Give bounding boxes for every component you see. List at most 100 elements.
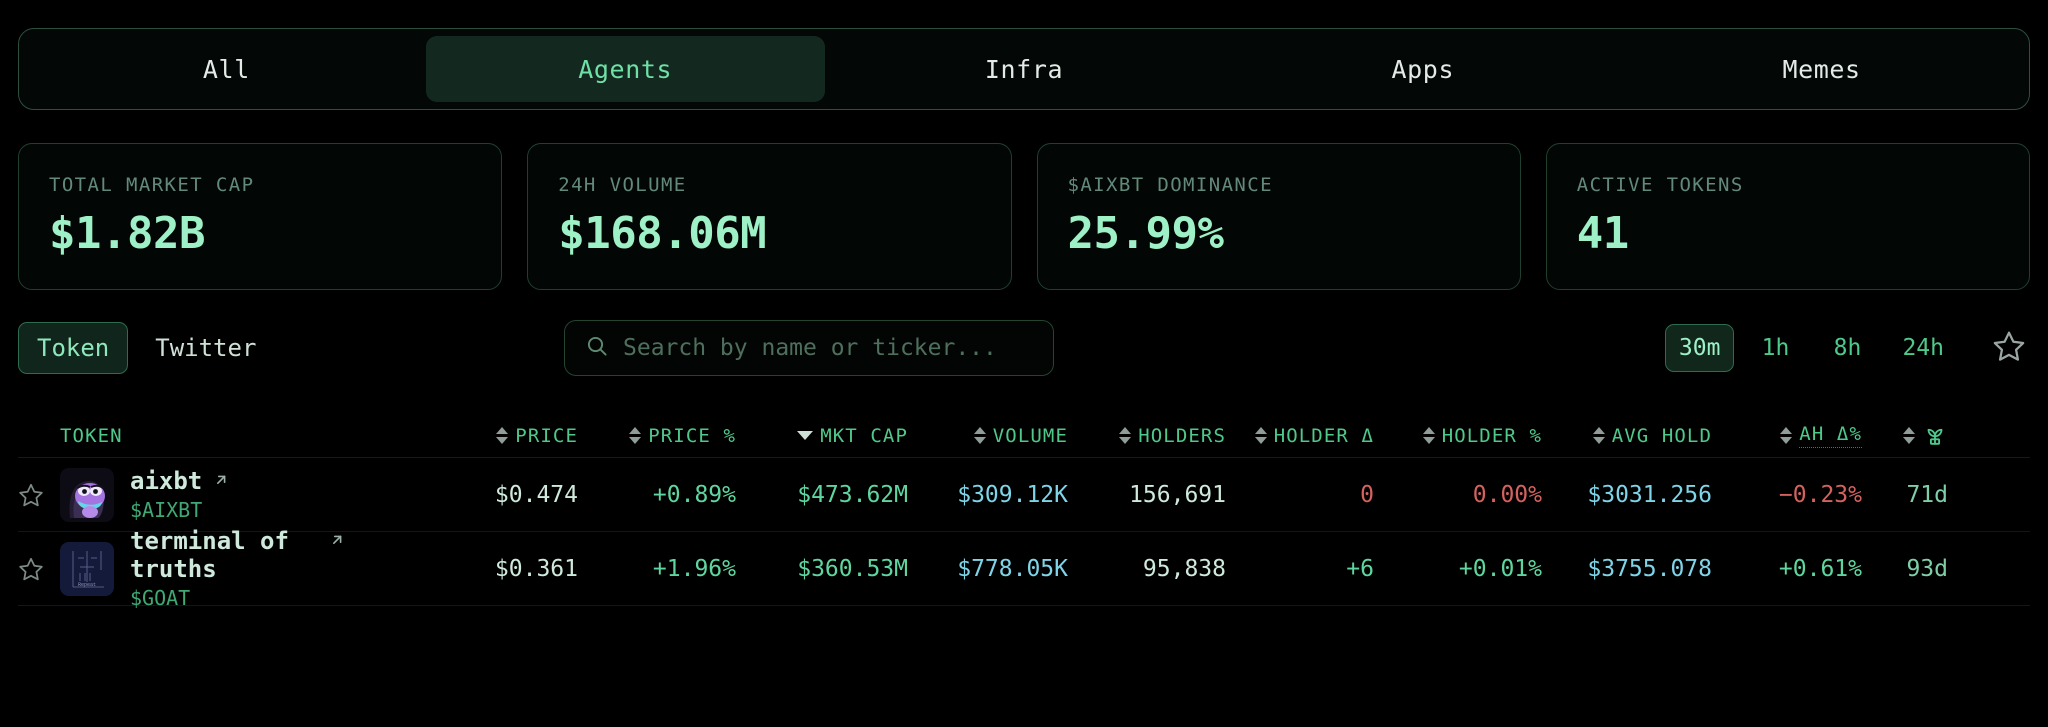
table-row[interactable]: aixbt $AIXBT $0.474 +0.89% $473.62M $309… xyxy=(18,458,2030,532)
column-header-token-label: TOKEN xyxy=(60,425,123,447)
mkt-cap-cell: $473.62M xyxy=(736,482,908,508)
stat-label: 24H VOLUME xyxy=(558,174,980,196)
timeframe-24h-label: 24h xyxy=(1902,335,1944,361)
search-icon xyxy=(585,334,609,362)
holder-pct-cell: 0.00% xyxy=(1374,482,1542,508)
tab-agents[interactable]: Agents xyxy=(426,36,825,102)
stat-value: $168.06M xyxy=(558,208,980,259)
column-header-age[interactable] xyxy=(1862,420,1948,451)
price-cell: $0.474 xyxy=(428,482,578,508)
column-header-mkt-cap[interactable]: MKT CAP xyxy=(736,425,908,447)
search-container xyxy=(564,320,1054,376)
token-name-line: aixbt xyxy=(130,467,428,495)
column-header-holders[interactable]: HOLDERS xyxy=(1068,425,1226,447)
token-ticker: $GOAT xyxy=(130,586,428,610)
view-mode-twitter[interactable]: Twitter xyxy=(136,322,275,374)
sort-icon xyxy=(1903,427,1915,444)
category-tab-bar: All Agents Infra Apps Memes xyxy=(18,28,2030,110)
column-header-price-label: PRICE xyxy=(515,425,578,447)
holder-delta-cell: 0 xyxy=(1226,482,1374,508)
token-ticker: $AIXBT xyxy=(130,498,428,522)
tab-apps[interactable]: Apps xyxy=(1223,36,1622,102)
aixbt-pepe-avatar xyxy=(60,468,114,522)
timeframe-30m[interactable]: 30m xyxy=(1665,324,1735,372)
timeframe-1h[interactable]: 1h xyxy=(1744,324,1806,372)
column-header-holder-delta-label: HOLDER Δ xyxy=(1274,425,1374,447)
avg-hold-cell: $3755.078 xyxy=(1542,556,1712,582)
stat-card-total-market-cap: TOTAL MARKET CAP $1.82B xyxy=(18,143,502,290)
sort-icon xyxy=(974,427,986,444)
column-header-price[interactable]: PRICE xyxy=(428,425,578,447)
sort-icon xyxy=(1780,427,1792,444)
stat-card-24h-volume: 24H VOLUME $168.06M xyxy=(527,143,1011,290)
column-header-holder-pct[interactable]: HOLDER % xyxy=(1374,425,1542,447)
price-pct-cell: +0.89% xyxy=(578,482,736,508)
table-toolbar: Token Twitter 30m 1h 8h 24h xyxy=(18,320,2030,376)
column-header-price-pct-label: PRICE % xyxy=(648,425,736,447)
column-header-token[interactable]: TOKEN xyxy=(60,425,428,447)
token-cell[interactable]: aixbt $AIXBT xyxy=(60,467,428,522)
sort-icon xyxy=(1593,427,1605,444)
timeframe-24h[interactable]: 24h xyxy=(1888,324,1958,372)
row-favorite-star-icon[interactable] xyxy=(18,556,44,582)
tab-agents-label: Agents xyxy=(578,55,672,84)
timeframe-30m-label: 30m xyxy=(1679,335,1721,361)
view-mode-token[interactable]: Token xyxy=(18,322,128,374)
favorites-filter-button[interactable] xyxy=(1988,327,2030,369)
timeframe-selector: 30m 1h 8h 24h xyxy=(1665,324,2030,372)
tab-all-label: All xyxy=(203,55,250,84)
column-header-holder-delta[interactable]: HOLDER Δ xyxy=(1226,425,1374,447)
timeframe-8h[interactable]: 8h xyxy=(1816,324,1878,372)
avg-hold-cell: $3031.256 xyxy=(1542,482,1712,508)
column-header-volume-label: VOLUME xyxy=(993,425,1068,447)
tab-memes-label: Memes xyxy=(1782,55,1860,84)
column-header-volume[interactable]: VOLUME xyxy=(908,425,1068,447)
stat-value: 25.99% xyxy=(1068,208,1490,259)
holders-cell: 156,691 xyxy=(1068,482,1226,508)
token-name-block: aixbt $AIXBT xyxy=(130,467,428,522)
column-header-avg-hold-label: AVG HOLD xyxy=(1612,425,1712,447)
column-header-ah-delta-label: AH Δ% xyxy=(1799,423,1862,448)
stat-value: 41 xyxy=(1577,208,1999,259)
stat-label: TOTAL MARKET CAP xyxy=(49,174,471,196)
view-mode-token-label: Token xyxy=(37,334,109,362)
stat-card-aixbt-dominance: $AIXBT DOMINANCE 25.99% xyxy=(1037,143,1521,290)
token-dashboard-page: All Agents Infra Apps Memes TOTAL MARKET… xyxy=(0,28,2048,727)
external-link-icon[interactable] xyxy=(328,531,346,553)
tab-all[interactable]: All xyxy=(27,36,426,102)
token-name-block: terminal of truths $GOAT xyxy=(130,527,428,611)
mkt-cap-cell: $360.53M xyxy=(736,556,908,582)
token-name-line: terminal of truths xyxy=(130,527,428,584)
row-favorite-star-icon[interactable] xyxy=(18,482,44,508)
timeframe-1h-label: 1h xyxy=(1762,335,1790,361)
token-name: terminal of truths xyxy=(130,527,318,584)
stat-label: ACTIVE TOKENS xyxy=(1577,174,1999,196)
tab-memes[interactable]: Memes xyxy=(1622,36,2021,102)
table-row[interactable]: Repeat terminal of truths $GOAT xyxy=(18,532,2030,606)
column-header-avg-hold[interactable]: AVG HOLD xyxy=(1542,425,1712,447)
tab-infra[interactable]: Infra xyxy=(825,36,1224,102)
timeframe-8h-label: 8h xyxy=(1834,335,1862,361)
search-input[interactable] xyxy=(623,335,1033,361)
token-cell[interactable]: Repeat terminal of truths $GOAT xyxy=(60,527,428,611)
holders-cell: 95,838 xyxy=(1068,556,1226,582)
stat-card-active-tokens: ACTIVE TOKENS 41 xyxy=(1546,143,2030,290)
external-link-icon[interactable] xyxy=(212,471,230,493)
holder-pct-cell: +0.01% xyxy=(1374,556,1542,582)
holder-delta-cell: +6 xyxy=(1226,556,1374,582)
star-outline-icon xyxy=(1992,329,2026,367)
stat-cards: TOTAL MARKET CAP $1.82B 24H VOLUME $168.… xyxy=(18,143,2030,290)
sort-icon xyxy=(1119,427,1131,444)
sort-icon xyxy=(1255,427,1267,444)
sort-icon xyxy=(496,427,508,444)
favorite-cell xyxy=(18,556,60,582)
column-header-mkt-cap-label: MKT CAP xyxy=(820,425,908,447)
token-name: aixbt xyxy=(130,467,202,495)
view-mode-twitter-label: Twitter xyxy=(155,334,256,362)
search-box[interactable] xyxy=(564,320,1054,376)
age-cell: 93d xyxy=(1862,556,1948,582)
volume-cell: $778.05K xyxy=(908,556,1068,582)
column-header-ah-delta[interactable]: AH Δ% xyxy=(1712,423,1862,448)
goat-terminal-avatar: Repeat xyxy=(60,542,114,596)
column-header-price-pct[interactable]: PRICE % xyxy=(578,425,736,447)
